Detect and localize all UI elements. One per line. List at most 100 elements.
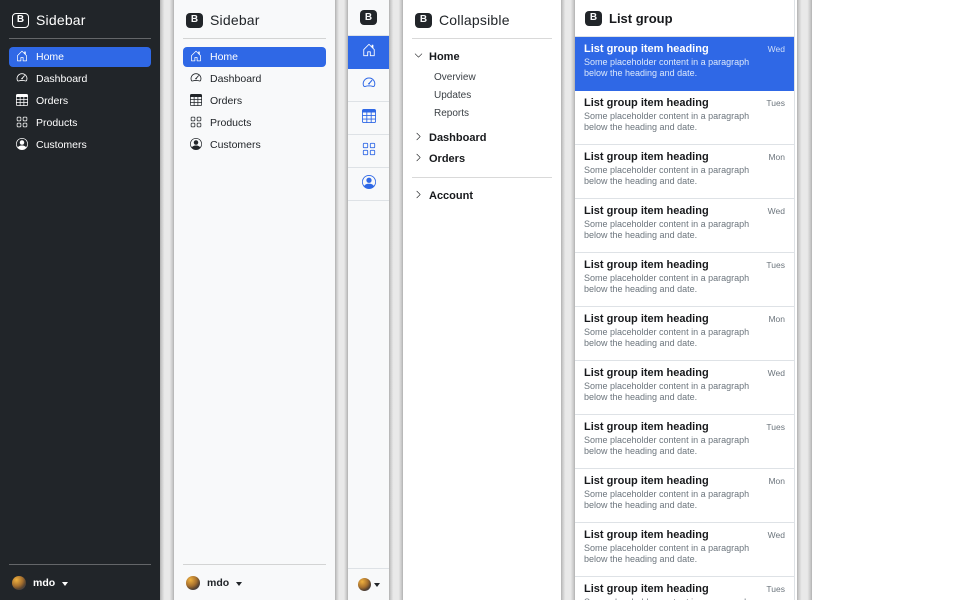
list-item-date: Mon bbox=[768, 476, 785, 486]
list-item[interactable]: List group item headingWed Some placehol… bbox=[575, 361, 794, 415]
list-item-date: Wed bbox=[768, 368, 785, 378]
bootstrap-logo-icon: B bbox=[360, 10, 377, 25]
brand-link-list-group[interactable]: B List group bbox=[575, 0, 794, 37]
sidebar-item-customers[interactable]: Customers bbox=[9, 135, 151, 155]
sidebar-item-products[interactable] bbox=[348, 135, 389, 168]
list-item-heading: List group item heading bbox=[584, 583, 709, 595]
empty-area bbox=[812, 0, 960, 600]
list-item-heading: List group item heading bbox=[584, 421, 709, 433]
collapse-toggle-dashboard[interactable]: Dashboard bbox=[412, 128, 552, 148]
nav-label: Orders bbox=[36, 95, 68, 107]
sub-item-updates[interactable]: Updates bbox=[434, 86, 552, 104]
list-item[interactable]: List group item headingMon Some placehol… bbox=[575, 145, 794, 199]
brand-link-collapsible[interactable]: B Collapsible bbox=[412, 10, 552, 30]
list-item[interactable]: List group item headingWed Some placehol… bbox=[575, 523, 794, 577]
sidebar-dark: B Sidebar Home Dashboard Orders Products bbox=[0, 0, 160, 600]
collapse-toggle-orders[interactable]: Orders bbox=[412, 149, 552, 169]
sidebar-item-products[interactable]: Products bbox=[183, 113, 326, 133]
example-divider bbox=[160, 0, 174, 600]
collapse-toggle-home[interactable]: Home bbox=[412, 47, 552, 67]
house-icon bbox=[190, 50, 202, 65]
list-group-scroll-area[interactable]: List group item heading Wed Some placehol… bbox=[575, 37, 794, 600]
list-item-text: Some placeholder content in a paragraph … bbox=[584, 219, 768, 241]
nav-label: Orders bbox=[210, 95, 242, 107]
list-item-text: Some placeholder content in a paragraph … bbox=[584, 111, 768, 133]
list-item-text: Some placeholder content in a paragraph … bbox=[584, 381, 768, 403]
sub-item-overview[interactable]: Overview bbox=[434, 68, 552, 86]
caret-down-icon bbox=[236, 582, 242, 586]
example-divider bbox=[561, 0, 575, 600]
sidebar-icons-only: B bbox=[348, 0, 389, 600]
list-item-date: Tues bbox=[766, 584, 785, 594]
sidebar-item-home[interactable]: Home bbox=[183, 47, 326, 67]
bootstrap-logo-icon: B bbox=[585, 11, 602, 26]
caret-down-icon bbox=[374, 583, 380, 587]
user-menu-dropdown[interactable] bbox=[348, 568, 389, 600]
sidebar-item-dashboard[interactable] bbox=[348, 69, 389, 102]
username: mdo bbox=[33, 577, 55, 589]
house-icon bbox=[16, 50, 28, 65]
speedometer-icon bbox=[362, 76, 376, 95]
sidebar-item-dashboard[interactable]: Dashboard bbox=[9, 69, 151, 89]
divider bbox=[412, 177, 552, 178]
example-divider bbox=[797, 0, 812, 600]
brand-link-dark[interactable]: B Sidebar bbox=[9, 10, 151, 30]
list-item-text: Some placeholder content in a paragraph … bbox=[584, 489, 768, 511]
sub-item-reports[interactable]: Reports bbox=[434, 104, 552, 122]
list-item-date: Tues bbox=[766, 98, 785, 108]
table-icon bbox=[16, 94, 28, 109]
collapse-toggle-account[interactable]: Account bbox=[412, 186, 552, 206]
example-divider bbox=[389, 0, 403, 600]
list-item-text: Some placeholder content in a paragraph … bbox=[584, 165, 768, 187]
sidebar-footer: mdo bbox=[9, 556, 151, 592]
list-item-date: Wed bbox=[768, 206, 785, 216]
list-item[interactable]: List group item headingTues Some placeho… bbox=[575, 253, 794, 307]
caret-down-icon bbox=[62, 582, 68, 586]
nav-label: Home bbox=[210, 51, 238, 63]
user-menu-dropdown[interactable]: mdo bbox=[9, 573, 151, 592]
sidebar-list-group: B List group List group item headingWed … bbox=[575, 0, 797, 600]
list-item-date: Mon bbox=[768, 314, 785, 324]
sidebar-footer: mdo bbox=[183, 556, 326, 592]
avatar bbox=[186, 576, 200, 590]
nav-label: Dashboard bbox=[36, 73, 87, 85]
home-sub-list: Overview Updates Reports bbox=[412, 68, 552, 122]
nav-label: Products bbox=[210, 117, 251, 129]
list-item-heading: List group item heading bbox=[584, 97, 709, 109]
group-label: Orders bbox=[429, 153, 465, 165]
brand-link-light[interactable]: B Sidebar bbox=[183, 10, 326, 30]
list-item[interactable]: List group item headingTues Some placeho… bbox=[575, 577, 794, 600]
sidebar-item-home[interactable] bbox=[348, 36, 389, 69]
sidebar-item-orders[interactable]: Orders bbox=[183, 91, 326, 111]
bootstrap-logo-icon: B bbox=[12, 13, 29, 28]
sidebar-item-orders[interactable] bbox=[348, 102, 389, 135]
sidebar-item-home[interactable]: Home bbox=[9, 47, 151, 67]
list-item-text: Some placeholder content in a paragraph … bbox=[584, 273, 768, 295]
list-item-text: Some placeholder content in a paragraph … bbox=[584, 327, 768, 349]
list-item[interactable]: List group item heading Mon Some placehol… bbox=[575, 307, 794, 361]
list-item[interactable]: List group item headingTues Some placeho… bbox=[575, 415, 794, 469]
sidebar-item-orders[interactable]: Orders bbox=[9, 91, 151, 111]
sidebar-item-customers[interactable]: Customers bbox=[183, 135, 326, 155]
sidebar-item-customers[interactable] bbox=[348, 168, 389, 201]
list-item-heading: List group item heading bbox=[584, 43, 709, 55]
sidebar-item-dashboard[interactable]: Dashboard bbox=[183, 69, 326, 89]
divider bbox=[9, 38, 151, 39]
sidebar-title: Sidebar bbox=[210, 12, 260, 28]
list-item[interactable]: List group item headingWed Some placehol… bbox=[575, 199, 794, 253]
brand-link-icons[interactable]: B bbox=[348, 0, 389, 36]
list-item[interactable]: List group item headingMon Some placehol… bbox=[575, 469, 794, 523]
sidebar-title: Sidebar bbox=[36, 12, 86, 28]
nav-label: Dashboard bbox=[210, 73, 261, 85]
list-group-panel: B List group List group item headingWed … bbox=[575, 0, 795, 600]
sidebar-item-products[interactable]: Products bbox=[9, 113, 151, 133]
group-label: Account bbox=[429, 190, 473, 202]
group-label: Dashboard bbox=[429, 132, 486, 144]
list-item-heading: List group item heading bbox=[584, 313, 709, 325]
list-item[interactable]: List group item headingWed Some placehol… bbox=[575, 37, 794, 91]
list-item-text: Some placeholder content in a paragraph … bbox=[584, 435, 768, 457]
list-item[interactable]: List group item heading Tues Some placeho… bbox=[575, 91, 794, 145]
user-menu-dropdown[interactable]: mdo bbox=[183, 573, 326, 592]
list-item-date: Mon bbox=[768, 152, 785, 162]
grid-icon bbox=[362, 142, 376, 161]
